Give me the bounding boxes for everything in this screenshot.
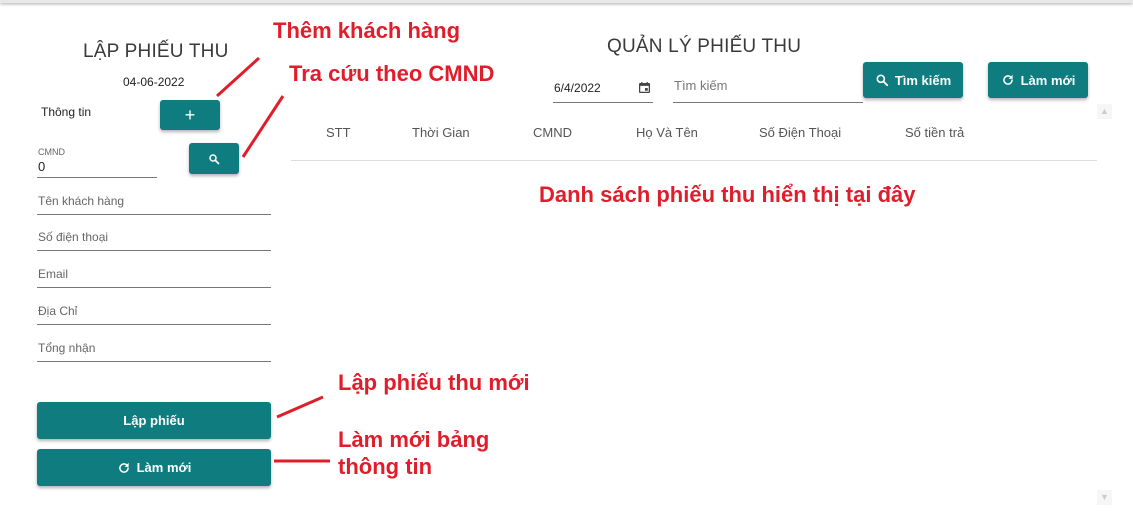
total-placeholder: Tổng nhận (38, 341, 96, 355)
search-icon (875, 73, 889, 87)
phone-field[interactable]: Số điện thoại (37, 224, 271, 251)
total-field[interactable]: Tổng nhận (37, 335, 271, 362)
customer-name-field[interactable]: Tên khách hàng (37, 188, 271, 215)
column-header-stt[interactable]: STT (326, 125, 351, 140)
email-field[interactable]: Email (37, 261, 271, 288)
cmnd-search-button[interactable] (189, 143, 239, 174)
search-button-label: Tìm kiếm (894, 72, 952, 88)
search-placeholder: Tìm kiếm (674, 78, 728, 93)
annotation-new-receipt: Lập phiếu thu mới (338, 370, 530, 395)
annotation-list-here: Danh sách phiếu thu hiển thị tại đây (539, 182, 916, 207)
column-header-time[interactable]: Thời Gian (412, 125, 470, 140)
create-receipt-button[interactable]: Lập phiếu (37, 402, 271, 439)
current-date: 04-06-2022 (123, 75, 185, 89)
create-receipt-label: Lập phiếu (123, 413, 185, 428)
annotation-line-new-receipt (276, 395, 324, 419)
address-placeholder: Địa Chỉ (38, 304, 78, 318)
refresh-form-button[interactable]: Làm mới (37, 449, 271, 486)
calendar-icon[interactable] (638, 81, 651, 99)
phone-placeholder: Số điện thoại (38, 230, 109, 244)
refresh-icon (1001, 73, 1015, 87)
receipt-form-title: LẬP PHIẾU THU (83, 41, 229, 62)
column-header-cmnd[interactable]: CMND (533, 125, 572, 140)
annotation-refresh-line1: Làm mới bảng (338, 427, 490, 452)
search-icon (208, 153, 220, 165)
column-header-amount[interactable]: Số tiền trả (905, 125, 964, 140)
receipt-management-title: QUẢN LÝ PHIẾU THU (607, 36, 802, 57)
cmnd-underline (37, 177, 157, 178)
window-top-edge (0, 0, 1133, 3)
date-filter-input[interactable]: 6/4/2022 (553, 73, 653, 103)
email-placeholder: Email (38, 267, 69, 281)
annotation-refresh-line2: thông tin (338, 454, 433, 479)
scroll-up-icon[interactable]: ▲ (1097, 104, 1112, 119)
column-header-phone[interactable]: Số Điện Thoại (759, 125, 841, 140)
info-label: Thông tin (41, 105, 92, 119)
date-filter-value: 6/4/2022 (554, 81, 601, 95)
search-button[interactable]: Tìm kiếm (863, 62, 963, 98)
cmnd-input[interactable]: 0 (38, 159, 45, 174)
scroll-down-icon[interactable]: ▼ (1097, 490, 1112, 505)
annotation-line-lookup (241, 95, 285, 158)
refresh-form-label: Làm mới (136, 460, 192, 475)
refresh-icon (117, 461, 131, 475)
column-header-name[interactable]: Họ Và Tên (636, 125, 698, 140)
table-header-divider (291, 160, 1097, 161)
annotation-add-customer: Thêm khách hàng (273, 18, 461, 43)
customer-name-placeholder: Tên khách hàng (38, 194, 125, 208)
add-customer-button[interactable]: + (160, 100, 220, 130)
search-input[interactable]: Tìm kiếm (673, 73, 863, 103)
refresh-list-button[interactable]: Làm mới (988, 62, 1088, 98)
plus-icon: + (184, 105, 196, 125)
cmnd-label: CMND (38, 147, 65, 157)
annotation-line-add-customer (215, 56, 261, 98)
annotation-lookup-cmnd: Tra cứu theo CMND (289, 61, 495, 86)
refresh-list-label: Làm mới (1020, 72, 1076, 88)
address-field[interactable]: Địa Chỉ (37, 298, 271, 325)
